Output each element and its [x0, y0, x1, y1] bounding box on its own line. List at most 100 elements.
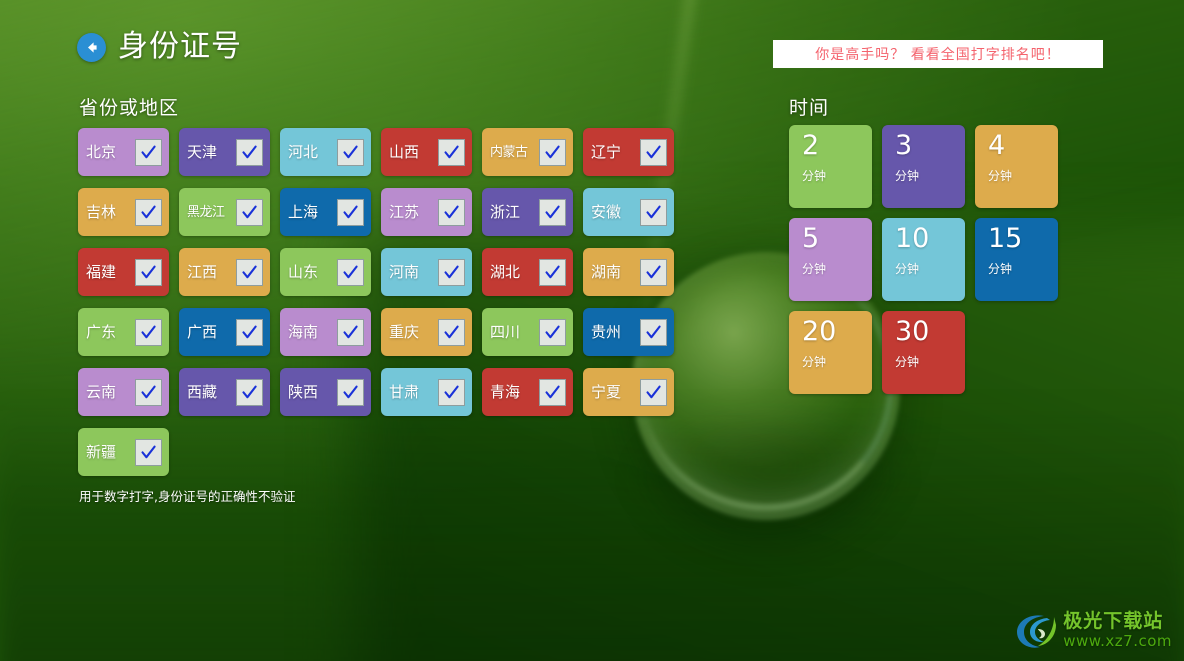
province-tile-label: 四川	[490, 322, 521, 341]
time-tile-unit: 分钟	[988, 169, 1013, 184]
province-tile-label: 山西	[389, 142, 420, 161]
time-tile[interactable]: 4 分钟	[975, 125, 1058, 208]
checkmark-icon	[646, 385, 661, 398]
province-tile[interactable]: 四川	[482, 308, 573, 356]
province-checkbox[interactable]	[337, 138, 364, 166]
time-tile-value: 5	[802, 223, 820, 254]
province-tile[interactable]: 重庆	[381, 308, 472, 356]
province-checkbox[interactable]	[337, 258, 364, 286]
province-checkbox[interactable]	[438, 318, 465, 346]
province-checkbox[interactable]	[337, 378, 364, 406]
province-tile[interactable]: 河南	[381, 248, 472, 296]
province-checkbox[interactable]	[337, 198, 364, 226]
typing-ranking-banner[interactable]: 你是高手吗？ 看看全国打字排名吧！	[773, 40, 1103, 68]
page-header: 身份证号	[77, 32, 242, 62]
province-checkbox[interactable]	[236, 378, 263, 406]
province-tile[interactable]: 陕西	[280, 368, 371, 416]
province-checkbox[interactable]	[640, 258, 667, 286]
time-tile[interactable]: 10 分钟	[882, 218, 965, 301]
province-tile[interactable]: 西藏	[179, 368, 270, 416]
checkmark-icon	[343, 385, 358, 398]
province-checkbox[interactable]	[539, 378, 566, 406]
province-tile[interactable]: 江苏	[381, 188, 472, 236]
province-grid: 北京 天津 河北 山西 内蒙古 辽宁吉林 黑龙江 上海 江苏 浙江 安徽福建 江西 山东 河南 湖北 湖南广东…	[78, 128, 686, 476]
province-checkbox[interactable]	[539, 198, 566, 226]
province-tile[interactable]: 辽宁	[583, 128, 674, 176]
checkmark-icon	[242, 385, 257, 398]
time-tile[interactable]: 5 分钟	[789, 218, 872, 301]
province-tile[interactable]: 湖北	[482, 248, 573, 296]
time-tile[interactable]: 20 分钟	[789, 311, 872, 394]
province-tile-label: 海南	[288, 322, 319, 341]
province-checkbox[interactable]	[539, 258, 566, 286]
time-tile-value: 3	[895, 130, 913, 161]
checkmark-icon	[444, 205, 459, 218]
footnote: 用于数字打字,身份证号的正确性不验证	[79, 489, 296, 504]
checkmark-icon	[141, 145, 156, 158]
province-checkbox[interactable]	[236, 138, 263, 166]
checkmark-icon	[444, 385, 459, 398]
province-checkbox[interactable]	[236, 258, 263, 286]
province-tile-label: 浙江	[490, 202, 521, 221]
time-tile-unit: 分钟	[895, 169, 920, 184]
back-button[interactable]	[77, 32, 106, 62]
time-tile-value: 15	[988, 223, 1023, 254]
checkmark-icon	[646, 205, 661, 218]
province-checkbox[interactable]	[337, 318, 364, 346]
province-tile[interactable]: 吉林	[78, 188, 169, 236]
province-checkbox[interactable]	[236, 318, 263, 346]
province-checkbox[interactable]	[135, 198, 162, 226]
province-tile[interactable]: 山东	[280, 248, 371, 296]
province-tile[interactable]: 安徽	[583, 188, 674, 236]
checkmark-icon	[343, 265, 358, 278]
province-tile[interactable]: 云南	[78, 368, 169, 416]
province-checkbox[interactable]	[640, 378, 667, 406]
province-checkbox[interactable]	[135, 318, 162, 346]
province-checkbox[interactable]	[438, 138, 465, 166]
province-tile[interactable]: 天津	[179, 128, 270, 176]
province-tile[interactable]: 上海	[280, 188, 371, 236]
province-checkbox[interactable]	[135, 258, 162, 286]
province-tile[interactable]: 宁夏	[583, 368, 674, 416]
province-tile[interactable]: 湖南	[583, 248, 674, 296]
time-tile[interactable]: 30 分钟	[882, 311, 965, 394]
province-checkbox[interactable]	[640, 198, 667, 226]
province-checkbox[interactable]	[135, 378, 162, 406]
time-tile[interactable]: 15 分钟	[975, 218, 1058, 301]
checkmark-icon	[343, 325, 358, 338]
province-tile[interactable]: 福建	[78, 248, 169, 296]
province-tile[interactable]: 广东	[78, 308, 169, 356]
province-checkbox[interactable]	[438, 198, 465, 226]
province-tile[interactable]: 浙江	[482, 188, 573, 236]
time-tile-value: 2	[802, 130, 820, 161]
province-tile-label: 湖北	[490, 262, 521, 281]
province-tile[interactable]: 江西	[179, 248, 270, 296]
province-checkbox[interactable]	[438, 378, 465, 406]
province-tile[interactable]: 海南	[280, 308, 371, 356]
province-checkbox[interactable]	[135, 438, 162, 466]
province-tile-label: 江苏	[389, 202, 420, 221]
province-tile[interactable]: 贵州	[583, 308, 674, 356]
checkmark-icon	[141, 385, 156, 398]
time-tile[interactable]: 3 分钟	[882, 125, 965, 208]
province-checkbox[interactable]	[640, 138, 667, 166]
province-checkbox[interactable]	[135, 138, 162, 166]
province-tile[interactable]: 河北	[280, 128, 371, 176]
province-tile[interactable]: 内蒙古	[482, 128, 573, 176]
province-checkbox[interactable]	[640, 318, 667, 346]
province-checkbox[interactable]	[236, 198, 263, 226]
time-tile-unit: 分钟	[988, 262, 1013, 277]
province-tile[interactable]: 青海	[482, 368, 573, 416]
province-checkbox[interactable]	[539, 138, 566, 166]
province-checkbox[interactable]	[438, 258, 465, 286]
province-tile[interactable]: 黑龙江	[179, 188, 270, 236]
province-checkbox[interactable]	[539, 318, 566, 346]
province-tile[interactable]: 北京	[78, 128, 169, 176]
province-tile[interactable]: 山西	[381, 128, 472, 176]
province-tile[interactable]: 甘肃	[381, 368, 472, 416]
province-tile[interactable]: 新疆	[78, 428, 169, 476]
province-tile-label: 陕西	[288, 382, 319, 401]
time-tile-unit: 分钟	[802, 262, 827, 277]
province-tile[interactable]: 广西	[179, 308, 270, 356]
time-tile[interactable]: 2 分钟	[789, 125, 872, 208]
